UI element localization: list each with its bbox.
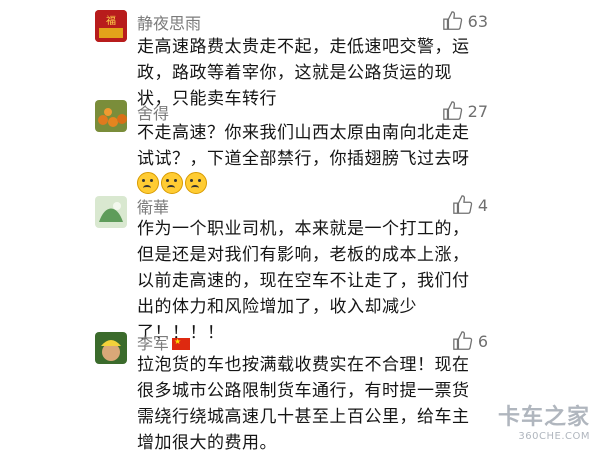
avatar[interactable]: [95, 196, 127, 228]
watermark: 卡车之家 360CHE.COM: [498, 399, 590, 442]
thumbs-up-icon: [453, 195, 473, 214]
like-count: 4: [477, 195, 488, 215]
commenter-name[interactable]: 静夜思雨: [137, 10, 201, 34]
watermark-title: 卡车之家: [497, 405, 590, 430]
china-flag-icon: [172, 338, 191, 350]
like-button[interactable]: 27: [442, 100, 488, 122]
crying-face-icon: [161, 172, 183, 194]
like-button[interactable]: 63: [442, 10, 488, 32]
emoji-row: [137, 172, 207, 194]
thumbs-up-icon: [442, 101, 462, 120]
comment-text: 作为一个职业司机，本来就是一个打工的， 但是还是对我们有影响，老板的成本上涨， …: [137, 219, 470, 343]
avatar[interactable]: [95, 100, 127, 132]
crying-face-icon: [185, 172, 207, 194]
avatar[interactable]: 福: [95, 10, 127, 42]
commenter-name[interactable]: 李军: [137, 330, 191, 354]
like-count: 63: [467, 11, 488, 31]
watermark-url: 360CHE.COM: [518, 431, 590, 442]
avatar[interactable]: [95, 332, 127, 364]
comment-text: 不走高速？你来我们山西太原由南向北走走 试试？，下道全部禁行，你插翅膀飞过去呀: [137, 123, 470, 169]
like-count: 27: [467, 101, 488, 121]
svg-text:福: 福: [106, 14, 116, 27]
like-button[interactable]: 4: [452, 194, 488, 216]
commenter-name[interactable]: 衛華: [137, 194, 169, 218]
like-button[interactable]: 6: [452, 330, 488, 352]
comment-text: 走高速路费太贵走不起，走低速吧交警，运 政，路政等着宰你，这就是公路货运的现 状…: [137, 37, 470, 109]
comment-text: 拉泡货的车也按满载收费实在不合理！现在 很多城市公路限制货车通行，有时提一票货 …: [137, 355, 470, 453]
commenter-name-text: 李军: [137, 334, 170, 353]
like-count: 6: [477, 331, 488, 351]
crying-face-icon: [137, 172, 159, 194]
thumbs-up-icon: [453, 331, 473, 350]
thumbs-up-icon: [442, 11, 462, 30]
